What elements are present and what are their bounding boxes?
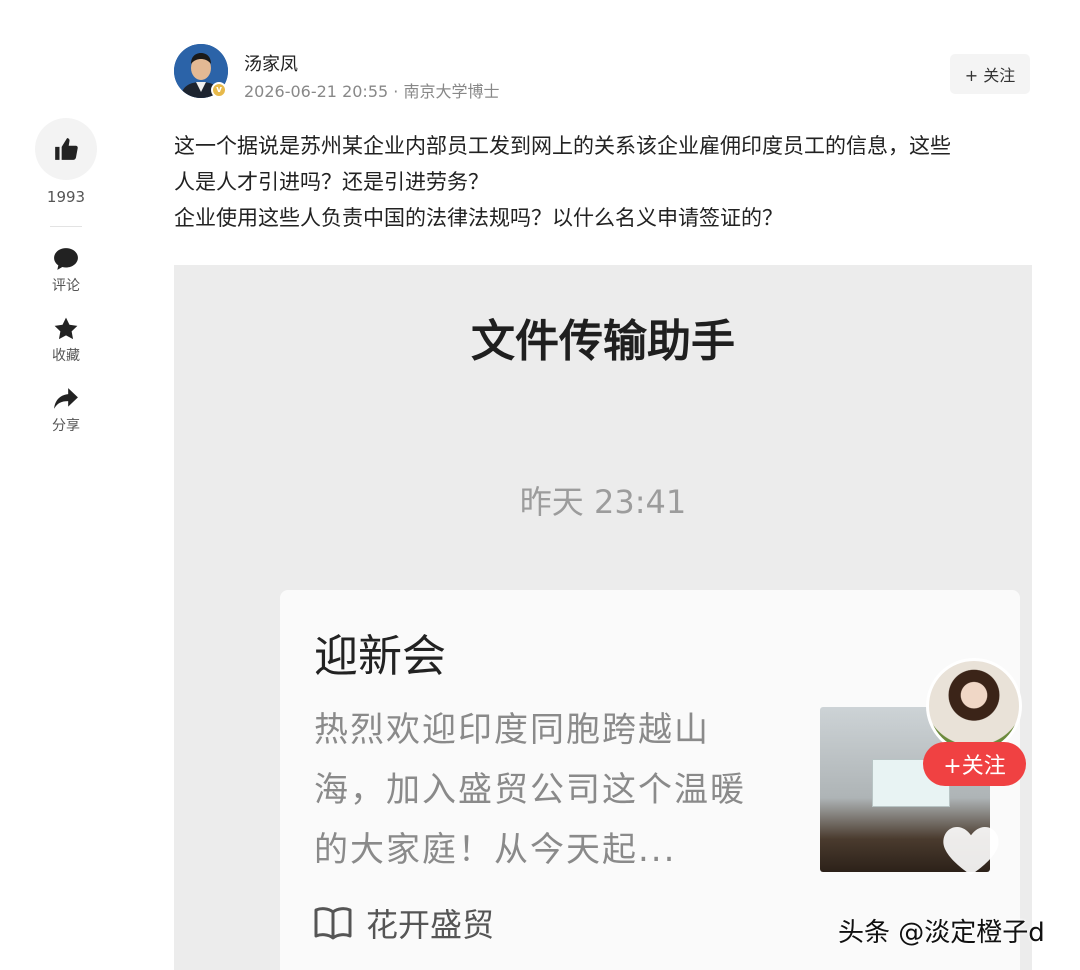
card-title: 迎新会 [314,631,446,682]
floating-avatar[interactable] [926,658,1022,754]
action-rail: 1993 评论 收藏 分享 [32,118,100,455]
comment-icon [54,248,78,270]
share-label: 分享 [52,418,80,434]
book-icon [314,907,352,940]
heart-icon[interactable] [940,820,1002,878]
card-source: 花开盛贸 [314,900,494,946]
author-name[interactable]: 汤家凤 [244,50,298,76]
share-button[interactable]: 分享 [32,385,100,435]
chat-timestamp: 昨天 23:41 [519,483,687,521]
favorite-label: 收藏 [52,348,80,364]
post-date: 2026-06-21 20:55 [244,82,389,101]
verified-badge-icon: v [211,82,227,98]
card-source-name: 花开盛贸 [366,906,495,944]
post-line: 企业使用这些人负责中国的法律法规吗？以什么名义申请签证的？ [174,206,783,230]
post-meta: 2026-06-21 20:55 · 南京大学博士 [244,78,499,102]
share-icon [54,388,78,409]
post-line: 人是人才引进吗？还是引进劳务？ [174,170,489,194]
comment-button[interactable]: 评论 [32,245,100,295]
post-line: 这一个据说是苏州某企业内部员工发到网上的关系该企业雇佣印度员工的信息，这些 [174,134,951,158]
comment-label: 评论 [52,278,80,294]
rail-divider [50,226,82,227]
post-body: 这一个据说是苏州某企业内部员工发到网上的关系该企业雇佣印度员工的信息，这些 人是… [174,128,1034,236]
post-image[interactable]: 文件传输助手 昨天 23:41 迎新会 热烈欢迎印度同胞跨越山海，加入盛贸公司这… [174,265,1032,970]
like-count: 1993 [46,188,86,206]
follow-button[interactable]: + 关注 [950,54,1030,94]
author-affiliation: 南京大学博士 [403,82,500,101]
chat-title: 文件传输助手 [471,316,735,367]
favorite-button[interactable]: 收藏 [32,315,100,365]
card-description: 热烈欢迎印度同胞跨越山海，加入盛贸公司这个温暖的大家庭！从今天起... [314,710,746,870]
floating-follow-button[interactable]: +关注 [923,742,1026,786]
star-icon [54,317,78,340]
like-button[interactable] [35,118,97,180]
watermark: 头条 @淡定橙子d [838,918,1045,948]
meta-separator: · [393,82,399,101]
thumbs-up-icon [55,138,78,160]
